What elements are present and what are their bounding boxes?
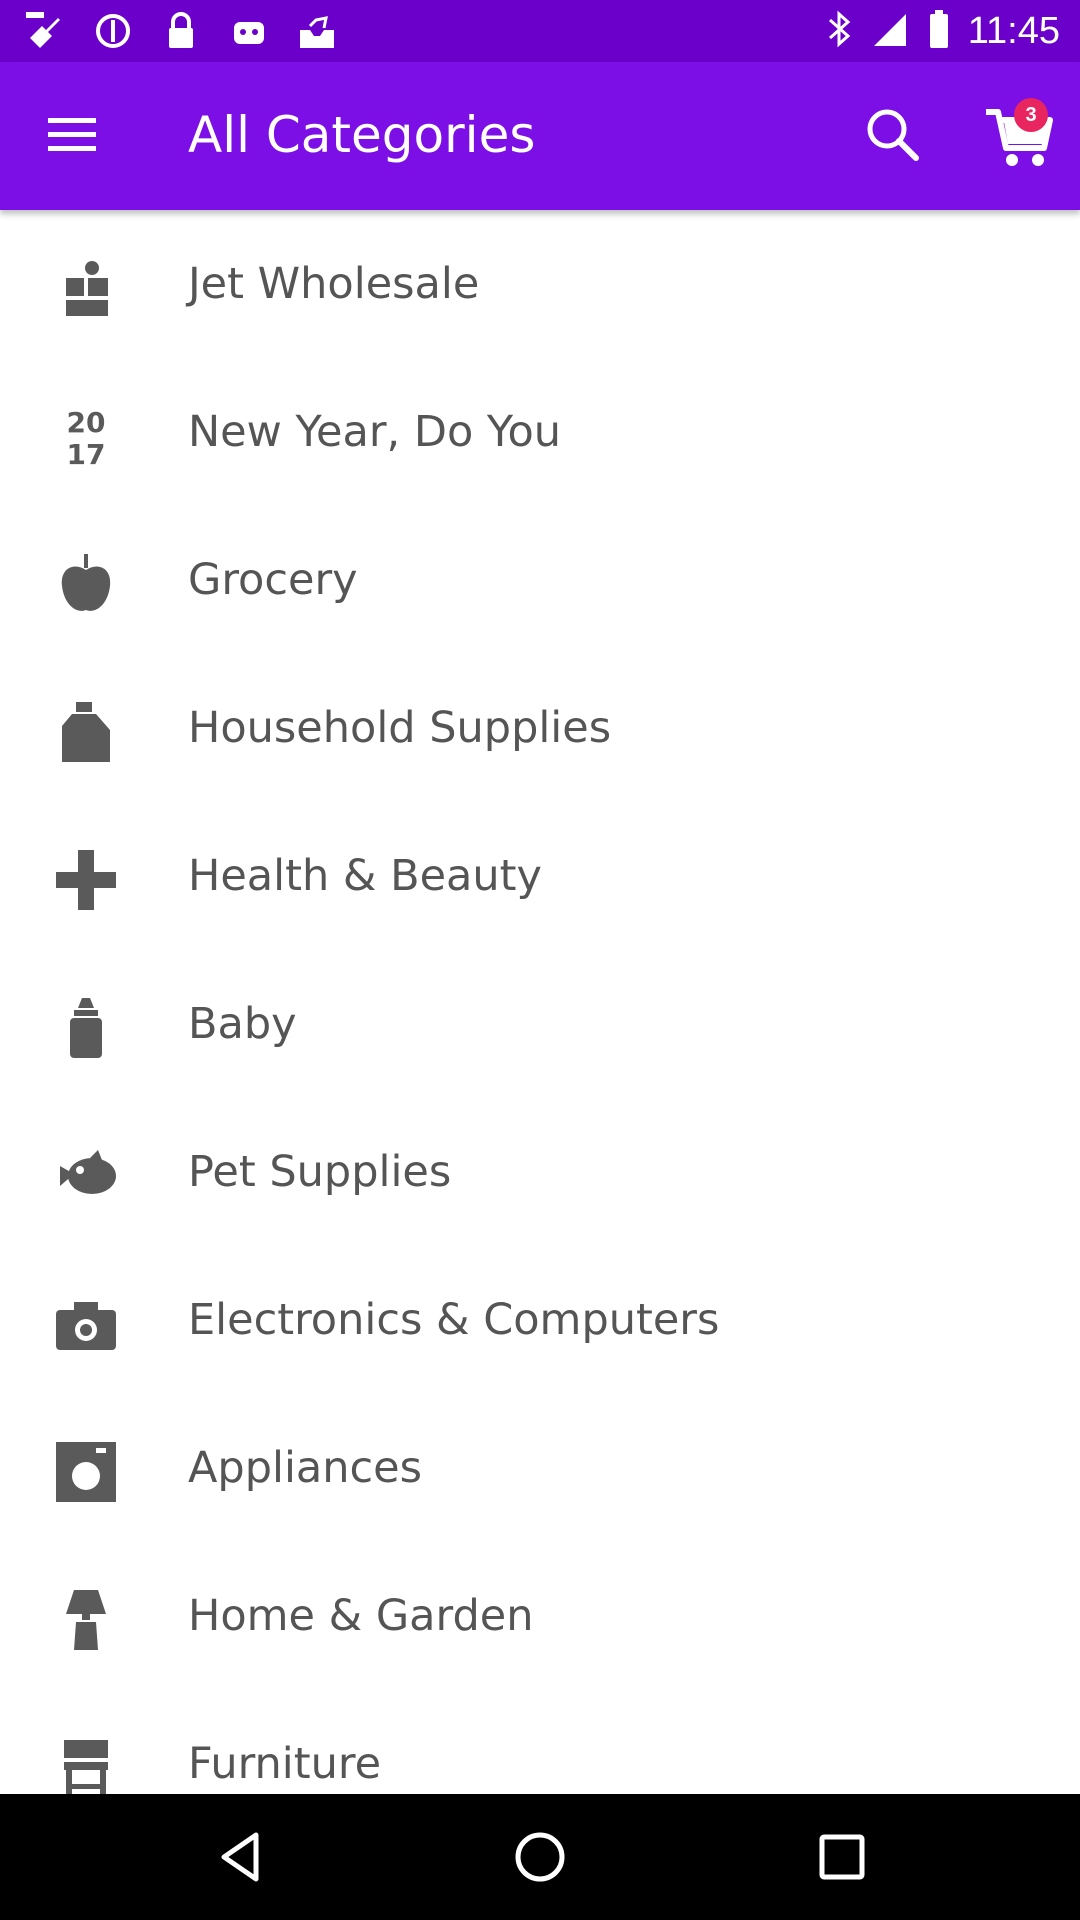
back-icon[interactable]: [210, 1827, 270, 1887]
category-item-pet-supplies[interactable]: Pet Supplies: [0, 1098, 1080, 1246]
category-label: Appliances: [188, 1443, 423, 1493]
lamp-icon: [54, 1588, 118, 1652]
battery-icon: [926, 6, 952, 56]
status-clock: 11:45: [967, 9, 1060, 52]
fake-gps-icon: [22, 8, 68, 58]
camera-icon: [54, 1292, 118, 1356]
recents-icon[interactable]: [812, 1827, 872, 1887]
fish-icon: [54, 1144, 118, 1208]
category-list: Jet Wholesale 20 17 New Year, Do You Gro…: [0, 210, 1080, 1794]
status-right: 11:45: [824, 0, 1060, 62]
wholesale-icon: [54, 256, 118, 320]
bluetooth-icon: [824, 6, 854, 56]
svg-text:20: 20: [67, 406, 106, 439]
category-item-electronics-computers[interactable]: Electronics & Computers: [0, 1246, 1080, 1394]
blocked-icon: [90, 8, 136, 58]
washing-machine-icon: [54, 1440, 118, 1504]
notification-icons: [22, 8, 340, 58]
svg-text:17: 17: [67, 438, 106, 468]
baby-bottle-icon: [54, 996, 118, 1060]
category-item-jet-wholesale[interactable]: Jet Wholesale: [0, 210, 1080, 358]
category-label: Pet Supplies: [188, 1147, 452, 1197]
category-label: Grocery: [188, 555, 358, 605]
category-label: Furniture: [188, 1739, 382, 1789]
menu-icon[interactable]: [44, 106, 100, 162]
search-icon[interactable]: [860, 102, 924, 166]
category-item-grocery[interactable]: Grocery: [0, 506, 1080, 654]
chair-icon: [54, 1736, 118, 1794]
category-label: New Year, Do You: [188, 407, 562, 457]
category-item-new-year[interactable]: 20 17 New Year, Do You: [0, 358, 1080, 506]
signal-icon: [870, 6, 910, 56]
detergent-bottle-icon: [54, 700, 118, 764]
category-item-baby[interactable]: Baby: [0, 950, 1080, 1098]
year-2017-icon: 20 17: [54, 404, 118, 471]
category-label: Baby: [188, 999, 297, 1049]
category-label: Home & Garden: [188, 1591, 534, 1641]
home-icon[interactable]: [510, 1827, 570, 1887]
lock-icon: [158, 8, 204, 58]
android-icon: [226, 8, 272, 58]
category-item-household-supplies[interactable]: Household Supplies: [0, 654, 1080, 802]
page-title: All Categories: [188, 106, 536, 164]
category-item-appliances[interactable]: Appliances: [0, 1394, 1080, 1542]
status-bar: 11:45: [0, 0, 1080, 62]
category-item-home-garden[interactable]: Home & Garden: [0, 1542, 1080, 1690]
category-label: Health & Beauty: [188, 851, 542, 901]
inbox-icon: [294, 8, 340, 58]
category-label: Jet Wholesale: [188, 259, 480, 309]
category-item-health-beauty[interactable]: Health & Beauty: [0, 802, 1080, 950]
plus-icon: [54, 848, 118, 912]
category-label: Household Supplies: [188, 703, 612, 753]
app-bar: All Categories 3: [0, 62, 1080, 210]
cart-count-badge: 3: [1014, 98, 1048, 132]
apple-icon: [54, 552, 118, 616]
category-label: Electronics & Computers: [188, 1295, 720, 1345]
category-item-furniture[interactable]: Furniture: [0, 1690, 1080, 1794]
system-navigation-bar: [0, 1794, 1080, 1920]
